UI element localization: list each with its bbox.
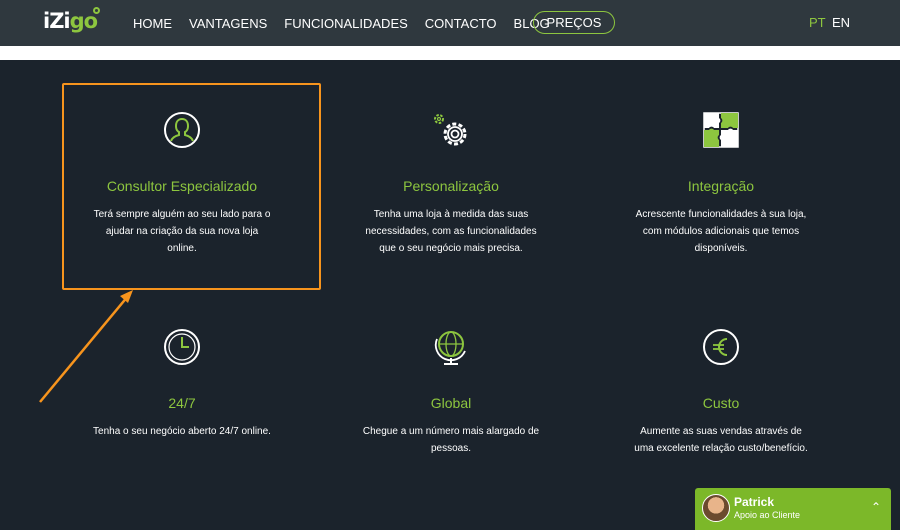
chat-agent-role: Apoio ao Cliente [734,510,801,520]
avatar [702,494,730,522]
chevron-up-icon[interactable]: ⌃ [871,500,881,514]
annotation-arrow-icon [39,290,133,403]
chat-widget[interactable]: Patrick Apoio ao Cliente ⌃ [695,488,891,530]
chat-agent-name: Patrick [734,495,775,509]
